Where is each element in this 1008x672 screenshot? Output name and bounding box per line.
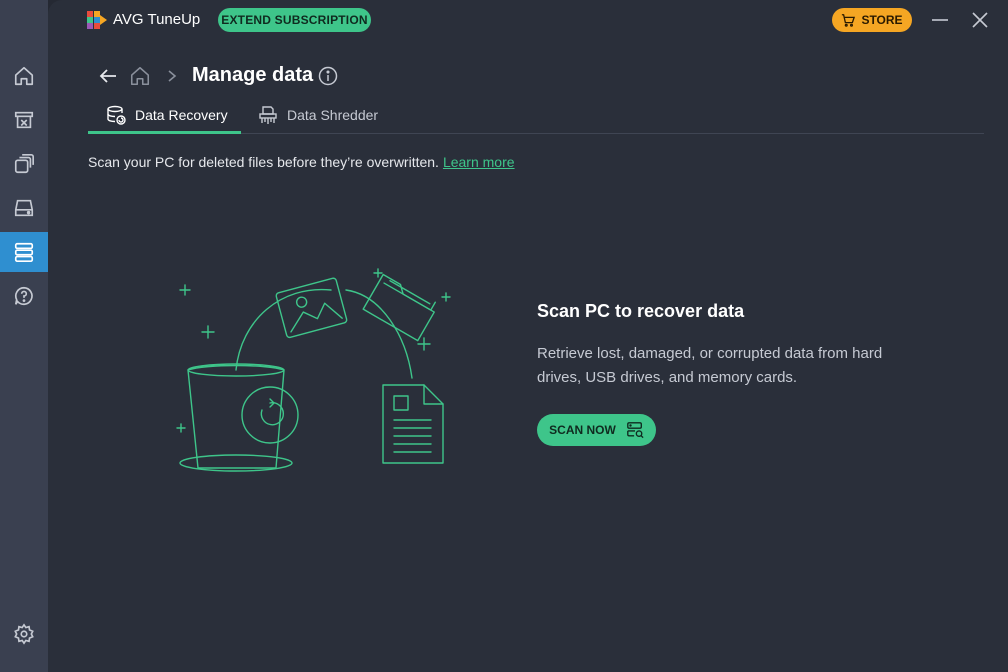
layers-icon: [14, 154, 34, 174]
intro-message: Scan your PC for deleted files before th…: [88, 154, 439, 170]
sidebar-item-settings[interactable]: [0, 614, 48, 654]
tab-data-shredder[interactable]: Data Shredder: [258, 96, 378, 134]
sidebar: [0, 0, 48, 672]
cta-description: Retrieve lost, damaged, or corrupted dat…: [537, 345, 883, 386]
data-list-icon: [14, 242, 34, 262]
sidebar-item-apps[interactable]: [0, 144, 48, 184]
minimize-icon: [932, 19, 948, 21]
tab-data-shredder-label: Data Shredder: [287, 107, 379, 123]
title-bar: AVG TuneUp EXTEND SUBSCRIPTION STORE: [48, 0, 1008, 40]
scan-now-label: SCAN NOW: [549, 423, 616, 437]
drive-icon: [14, 199, 34, 217]
info-icon[interactable]: [318, 66, 338, 86]
minimize-button[interactable]: [930, 10, 950, 30]
tab-bar: Data Recovery Data Shredder: [88, 96, 984, 134]
cta-title: Scan PC to recover data: [537, 301, 745, 321]
scan-now-button[interactable]: SCAN NOW: [537, 414, 656, 446]
store-label: STORE: [861, 13, 903, 27]
store-button[interactable]: STORE: [832, 8, 912, 32]
sidebar-item-help[interactable]: [0, 276, 48, 316]
cart-icon: [842, 14, 856, 27]
tab-data-recovery-label: Data Recovery: [135, 107, 228, 123]
main-panel: AVG TuneUp EXTEND SUBSCRIPTION STORE Man…: [48, 0, 1008, 672]
home-icon: [14, 66, 34, 86]
sidebar-item-home[interactable]: [0, 56, 48, 96]
learn-more-link[interactable]: Learn more: [443, 154, 515, 170]
database-restore-icon: [107, 105, 126, 125]
back-arrow-icon[interactable]: [98, 66, 118, 86]
breadcrumb-home-icon[interactable]: [129, 65, 151, 87]
chevron-right-icon: [168, 70, 177, 82]
active-tab-indicator: [88, 131, 241, 134]
intro-text: Scan your PC for deleted files before th…: [88, 154, 515, 170]
close-button[interactable]: [970, 10, 990, 30]
help-icon: [14, 286, 33, 306]
archive-icon: [14, 111, 34, 129]
avg-logo-icon: [87, 11, 107, 29]
scan-drive-icon: [626, 422, 644, 439]
tab-data-recovery[interactable]: Data Recovery: [106, 96, 228, 134]
sidebar-item-data[interactable]: [0, 232, 48, 272]
sidebar-item-drive[interactable]: [0, 188, 48, 228]
app-name: AVG TuneUp: [113, 11, 201, 28]
page-title: Manage data: [192, 64, 314, 86]
shredder-icon: [259, 106, 277, 124]
gear-icon: [14, 623, 34, 645]
close-icon: [972, 12, 988, 28]
sidebar-item-cleanup[interactable]: [0, 100, 48, 140]
extend-subscription-button[interactable]: EXTEND SUBSCRIPTION: [218, 8, 371, 32]
data-recovery-illustration: [176, 268, 451, 472]
